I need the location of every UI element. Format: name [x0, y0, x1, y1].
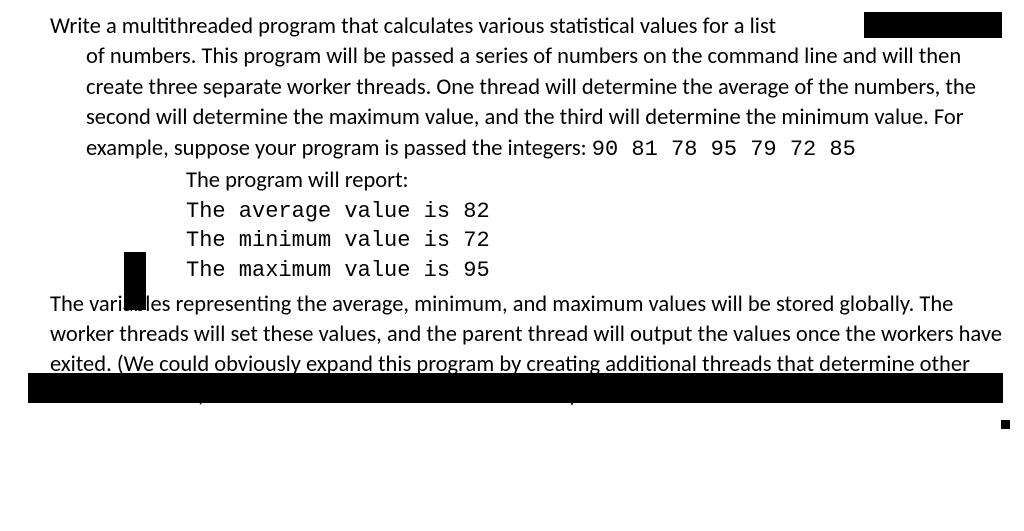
- output-minimum: The minimum value is 72: [186, 226, 1002, 256]
- problem-paragraph-1: Write a multithreaded program that calcu…: [22, 12, 1002, 164]
- redaction-small-dot: [1001, 420, 1010, 429]
- redaction-bottom-bar: [28, 373, 1003, 403]
- example-output-block: The program will report: The average val…: [22, 166, 1002, 285]
- output-average: The average value is 82: [186, 197, 1002, 227]
- problem-line-1: Write a multithreaded program that calcu…: [50, 13, 776, 40]
- redaction-top-right: [864, 12, 1002, 38]
- report-label: The program will report:: [186, 166, 1002, 196]
- redaction-left-bar: [124, 252, 146, 310]
- output-maximum: The maximum value is 95: [186, 256, 1002, 286]
- document-page: Write a multithreaded program that calcu…: [0, 0, 1024, 411]
- example-integers: 90 81 78 95 79 72 85: [592, 137, 856, 162]
